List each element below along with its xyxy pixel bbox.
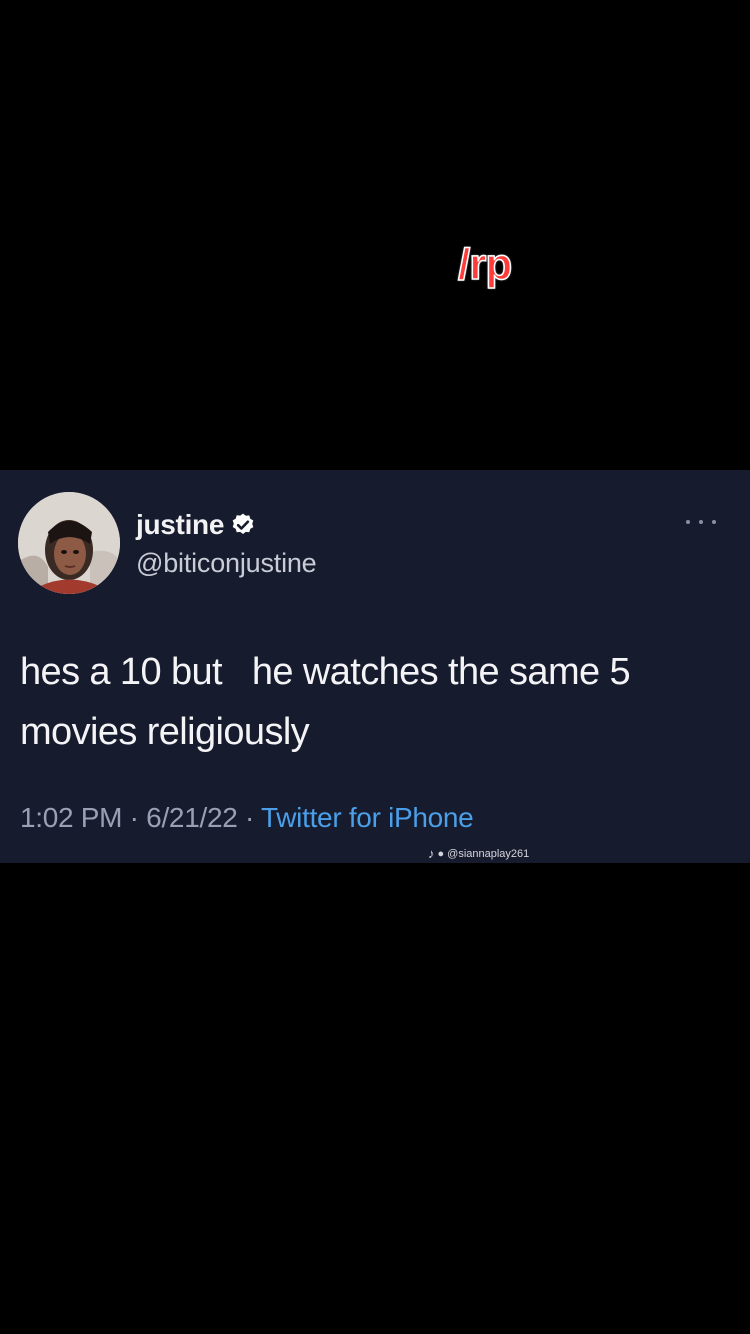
more-dot	[712, 520, 716, 524]
overlay-caption: /rp	[457, 240, 513, 289]
verified-badge-icon	[230, 512, 256, 538]
meta-separator: ·	[122, 802, 147, 833]
tweet-text-line-1: hes a 10 but he watches the same 5	[20, 651, 631, 693]
user-block[interactable]: justine @biticonjustine	[136, 508, 317, 579]
tweet-card: justine @biticonjustine hes a 10 but he …	[0, 470, 750, 863]
tweet-meta: 1:02 PM · 6/21/22 · Twitter for iPhone	[20, 802, 474, 834]
more-dot	[686, 520, 690, 524]
more-options-icon[interactable]	[686, 516, 716, 528]
display-name-row: justine	[136, 508, 317, 542]
meta-separator: ·	[237, 802, 261, 833]
tweet-text-line-2: movies religiously	[20, 711, 310, 753]
tweet-time[interactable]: 1:02 PM	[20, 802, 122, 833]
tweet-source-link[interactable]: Twitter for iPhone	[261, 802, 474, 833]
display-name[interactable]: justine	[136, 509, 224, 541]
tiktok-watermark: ♪ ● @siannaplay261	[428, 846, 529, 861]
watermark-username: @siannaplay261	[447, 847, 530, 860]
tweet-date[interactable]: 6/21/22	[146, 802, 238, 833]
user-handle[interactable]: @biticonjustine	[136, 548, 317, 579]
tiktok-icon: ♪	[428, 846, 435, 861]
avatar-photo	[18, 492, 120, 594]
avatar[interactable]	[18, 492, 120, 594]
more-dot	[699, 520, 703, 524]
tweet-text: hes a 10 but he watches the same 5 movie…	[20, 642, 730, 762]
person-icon: ●	[437, 847, 445, 860]
